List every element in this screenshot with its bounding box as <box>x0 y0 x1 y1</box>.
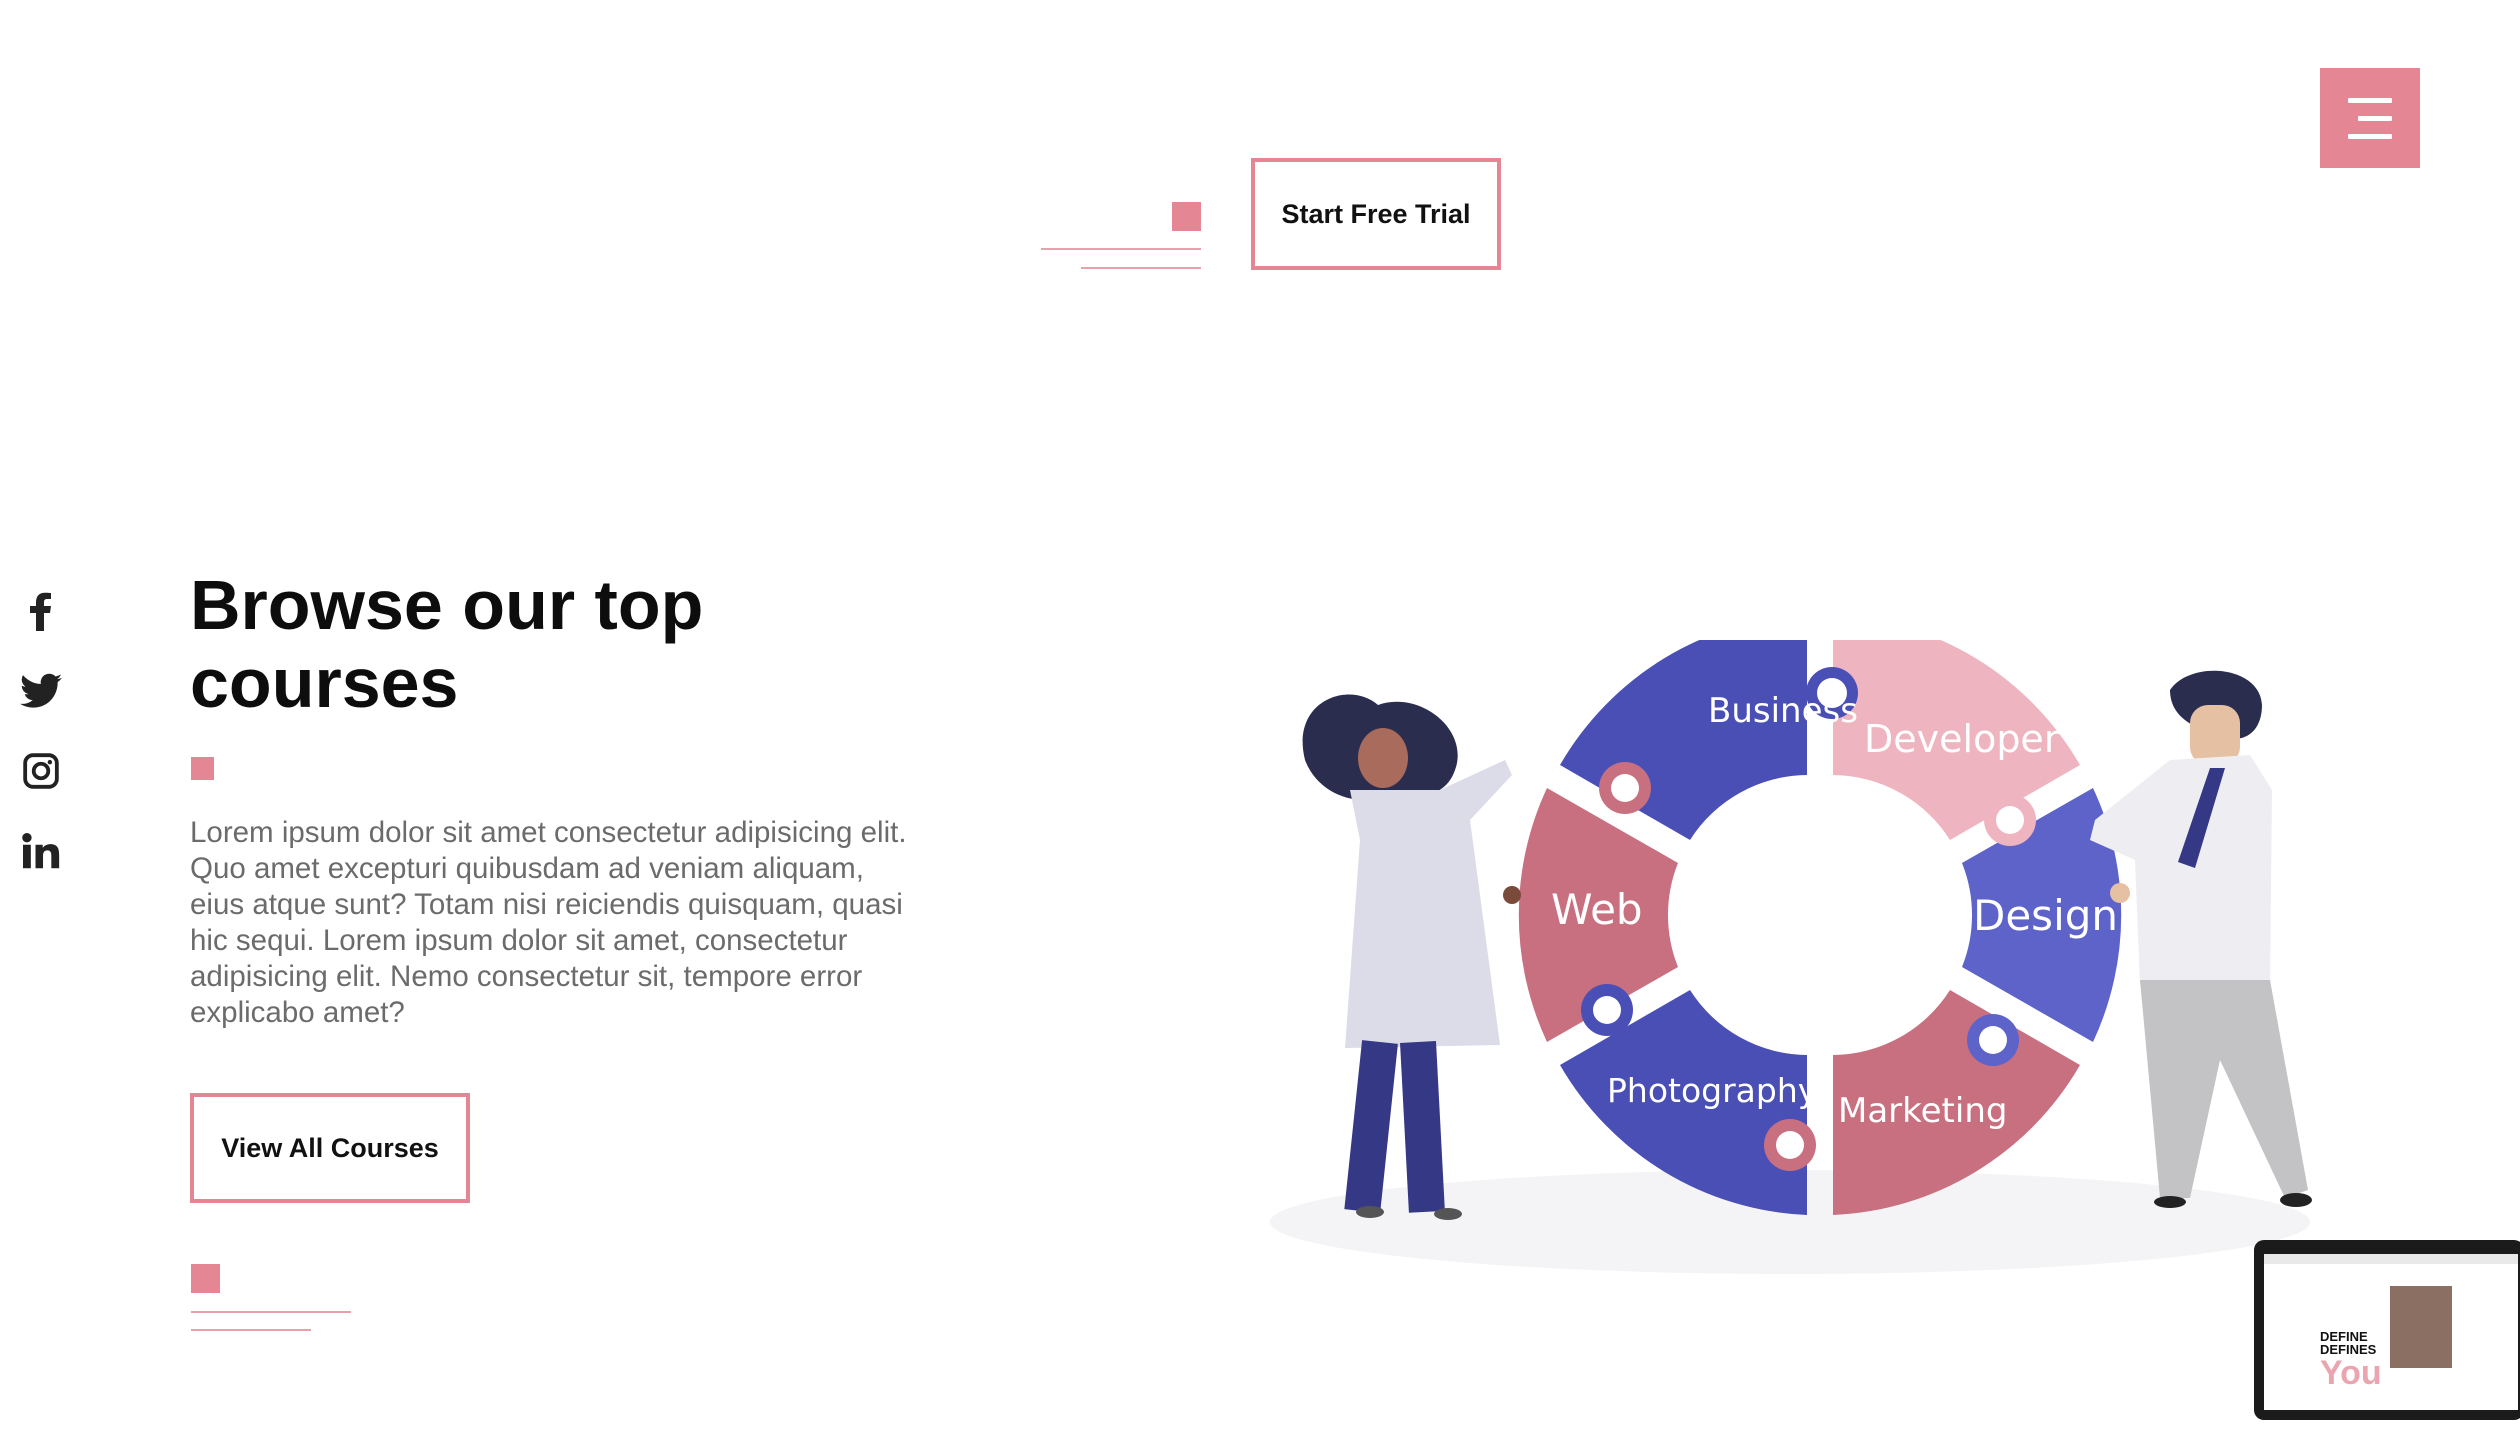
accent-line <box>191 1329 311 1331</box>
category-label-marketing: Marketing <box>1838 1091 2007 1131</box>
category-label-design: Design <box>1973 891 2118 940</box>
category-label-business: Business <box>1708 691 1858 731</box>
start-free-trial-button[interactable]: Start Free Trial <box>1251 158 1501 270</box>
category-label-web: Web <box>1551 885 1643 934</box>
page-title: Browse our top courses <box>190 566 704 722</box>
twitter-link[interactable] <box>20 670 62 712</box>
thumbnail-photo <box>2390 1286 2452 1368</box>
accent-line <box>1041 248 1201 250</box>
linkedin-icon <box>22 833 60 869</box>
courses-puzzle-illustration: Business Developer Design Marketing Phot… <box>1270 640 2312 1274</box>
thumbnail-screen: DEFINE DEFINES You <box>2264 1254 2518 1410</box>
hamburger-icon <box>2348 98 2392 103</box>
woman-figure <box>1302 694 1521 1220</box>
category-label-photography: Photography <box>1607 1071 1817 1110</box>
instagram-icon <box>23 753 59 789</box>
hero-description: Lorem ipsum dolor sit amet consectetur a… <box>190 816 907 1029</box>
menu-button[interactable] <box>2320 68 2420 168</box>
accent-square <box>191 757 214 780</box>
puzzle-piece-business <box>1560 640 1807 840</box>
category-label-developer: Developer <box>1864 717 2060 761</box>
accent-line <box>191 1311 351 1313</box>
accent-line <box>1081 267 1201 269</box>
man-figure <box>2090 670 2312 1208</box>
facebook-link[interactable] <box>20 590 62 632</box>
facebook-icon <box>30 592 51 631</box>
hamburger-icon-line <box>2358 116 2392 121</box>
laptop-thumbnail: DEFINE DEFINES You <box>2254 1240 2520 1420</box>
linkedin-link[interactable] <box>20 830 62 872</box>
twitter-icon <box>20 673 62 708</box>
view-all-courses-button[interactable]: View All Courses <box>190 1093 470 1203</box>
thumbnail-line-3: You <box>2320 1354 2382 1392</box>
hamburger-icon-line <box>2348 134 2392 139</box>
accent-square <box>1172 202 1201 231</box>
accent-square <box>191 1264 220 1293</box>
instagram-link[interactable] <box>20 750 62 792</box>
